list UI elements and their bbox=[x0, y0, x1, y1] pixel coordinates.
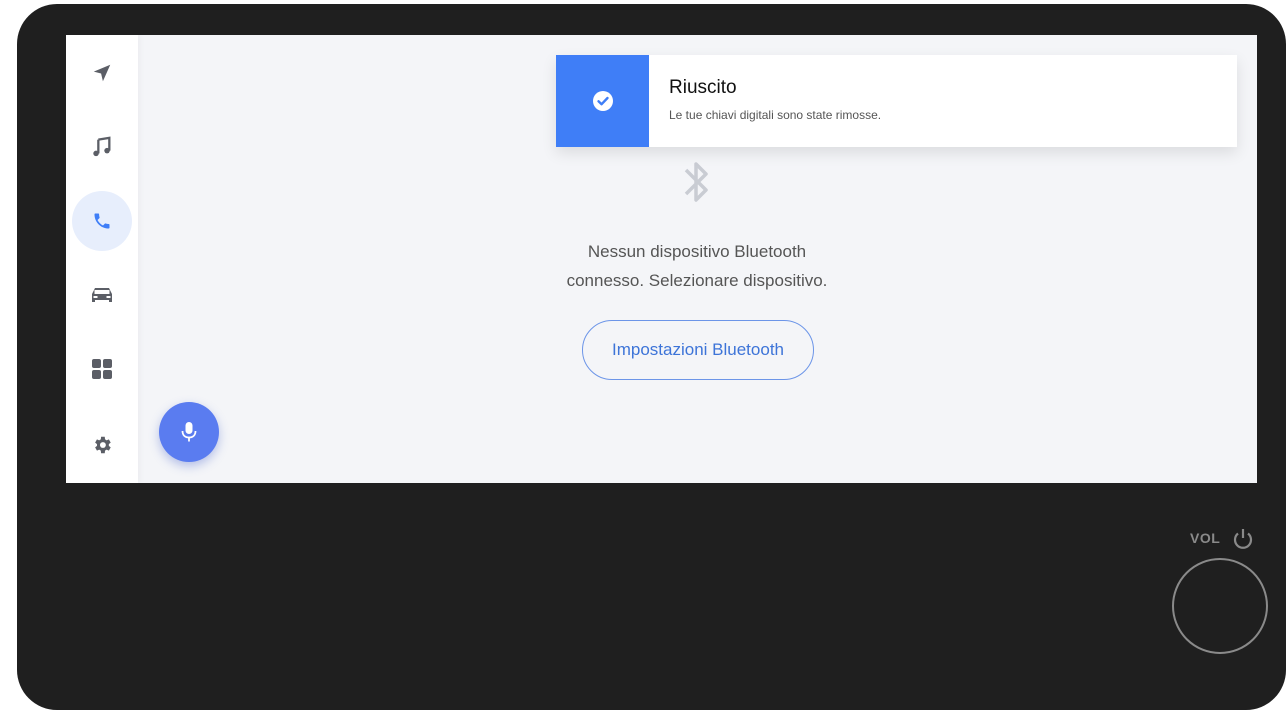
sidebar-item-vehicle[interactable] bbox=[72, 265, 132, 325]
sidebar-item-music[interactable] bbox=[72, 117, 132, 177]
sidebar-item-navigation[interactable] bbox=[72, 43, 132, 103]
sidebar-item-phone[interactable] bbox=[72, 191, 132, 251]
bluetooth-settings-button[interactable]: Impostazioni Bluetooth bbox=[582, 320, 814, 380]
toast-message: Le tue chiavi digitali sono state rimoss… bbox=[669, 108, 882, 122]
voice-assistant-button[interactable] bbox=[159, 402, 219, 462]
infotainment-screen: Nessun dispositivo Bluetooth connesso. S… bbox=[66, 35, 1257, 483]
music-note-icon bbox=[93, 136, 111, 157]
navigation-icon bbox=[93, 64, 111, 82]
sidebar-item-apps[interactable] bbox=[72, 339, 132, 399]
message-line-2: connesso. Selezionare dispositivo. bbox=[566, 271, 828, 290]
microphone-icon bbox=[181, 422, 197, 442]
volume-knob[interactable] bbox=[1172, 558, 1268, 654]
volume-label: VOL bbox=[1190, 530, 1221, 546]
no-device-message: Nessun dispositivo Bluetooth connesso. S… bbox=[518, 237, 876, 295]
toast-title: Riuscito bbox=[669, 77, 737, 98]
car-icon bbox=[92, 288, 112, 302]
check-circle-icon bbox=[592, 91, 613, 111]
sidebar-item-settings[interactable] bbox=[72, 415, 132, 475]
gear-icon bbox=[95, 436, 111, 454]
power-icon bbox=[1233, 529, 1253, 549]
phone-icon bbox=[94, 213, 110, 229]
toast-accent bbox=[556, 55, 649, 147]
bluetooth-icon bbox=[684, 162, 708, 202]
sidebar bbox=[66, 35, 138, 483]
apps-grid-icon bbox=[92, 359, 112, 379]
success-toast: Riuscito Le tue chiavi digitali sono sta… bbox=[556, 55, 1237, 147]
message-line-1: Nessun dispositivo Bluetooth bbox=[587, 242, 807, 261]
